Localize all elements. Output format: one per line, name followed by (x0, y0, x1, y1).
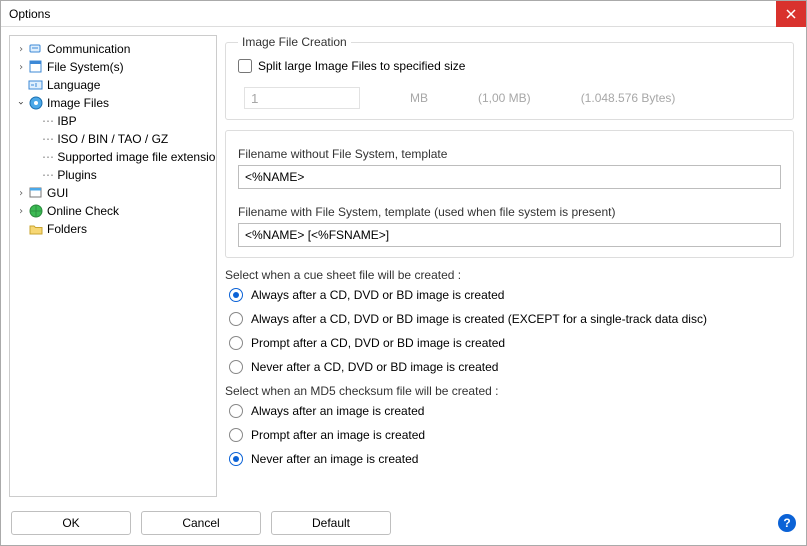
settings-panel: Image File Creation Split large Image Fi… (225, 35, 798, 497)
tree-connector: ⋯ (42, 150, 54, 164)
image-file-creation-group: Image File Creation Split large Image Fi… (225, 35, 794, 120)
radio-icon (229, 312, 243, 326)
tree-item-plugins[interactable]: ⋯ Plugins (10, 166, 217, 184)
tree-item-communication[interactable]: › Communication (10, 40, 217, 58)
folders-icon (28, 221, 44, 237)
imagefiles-icon (28, 95, 44, 111)
tree-label: GUI (47, 186, 68, 200)
radio-label: Never after an image is created (251, 452, 418, 466)
navigation-tree[interactable]: › Communication › File System(s) Languag… (9, 35, 217, 497)
cancel-button[interactable]: Cancel (141, 511, 261, 535)
split-files-label: Split large Image Files to specified siz… (258, 59, 465, 73)
tree-label: ISO / BIN / TAO / GZ (57, 132, 168, 146)
tree-connector: ⋯ (42, 114, 54, 128)
window-title: Options (9, 7, 776, 21)
tree-label: Communication (47, 42, 130, 56)
tree-item-supported-extensions[interactable]: ⋯ Supported image file extensions (10, 148, 217, 166)
radio-label: Prompt after a CD, DVD or BD image is cr… (251, 336, 505, 350)
tree-connector: ⋯ (42, 132, 54, 146)
cue-heading: Select when a cue sheet file will be cre… (225, 268, 794, 282)
gui-icon (28, 185, 44, 201)
radio-icon (229, 428, 243, 442)
options-window: Options › Communication › File System(s) (0, 0, 807, 546)
dialog-body: › Communication › File System(s) Languag… (1, 27, 806, 505)
md5-heading: Select when an MD5 checksum file will be… (225, 384, 794, 398)
cue-option-always-except[interactable]: Always after a CD, DVD or BD image is cr… (229, 312, 794, 326)
expand-placeholder (14, 78, 28, 92)
md5-option-never[interactable]: Never after an image is created (229, 452, 794, 466)
template-nofs-input[interactable] (238, 165, 781, 189)
radio-label: Always after a CD, DVD or BD image is cr… (251, 312, 707, 326)
group-legend: Image File Creation (238, 35, 351, 49)
tree-label: Folders (47, 222, 87, 236)
radio-label: Always after an image is created (251, 404, 424, 418)
help-button[interactable]: ? (778, 514, 796, 532)
close-icon (786, 9, 796, 19)
cue-option-always[interactable]: Always after a CD, DVD or BD image is cr… (229, 288, 794, 302)
dialog-footer: OK Cancel Default ? (1, 505, 806, 545)
ok-button[interactable]: OK (11, 511, 131, 535)
collapse-icon[interactable]: › (14, 96, 28, 110)
md5-option-prompt[interactable]: Prompt after an image is created (229, 428, 794, 442)
radio-icon (229, 404, 243, 418)
tree-label: Online Check (47, 204, 119, 218)
radio-label: Prompt after an image is created (251, 428, 425, 442)
radio-icon (229, 452, 243, 466)
cue-option-never[interactable]: Never after a CD, DVD or BD image is cre… (229, 360, 794, 374)
filesystem-icon (28, 59, 44, 75)
titlebar: Options (1, 1, 806, 27)
radio-icon (229, 288, 243, 302)
split-bytes-display: (1.048.576 Bytes) (581, 91, 676, 105)
tree-item-language[interactable]: Language (10, 76, 217, 94)
tree-label: Supported image file extensions (57, 150, 217, 164)
tree-label: Language (47, 78, 100, 92)
split-mb-display: (1,00 MB) (478, 91, 531, 105)
tree-item-online-check[interactable]: › Online Check (10, 202, 217, 220)
expand-icon[interactable]: › (14, 42, 28, 56)
cue-option-prompt[interactable]: Prompt after a CD, DVD or BD image is cr… (229, 336, 794, 350)
split-size-input[interactable] (244, 87, 360, 109)
language-icon (28, 77, 44, 93)
tree-item-ibp[interactable]: ⋯ IBP (10, 112, 217, 130)
filename-templates-group: Filename without File System, template F… (225, 130, 794, 258)
tree-label: File System(s) (47, 60, 124, 74)
close-button[interactable] (776, 1, 806, 27)
template-nofs-label: Filename without File System, template (238, 147, 781, 161)
expand-icon[interactable]: › (14, 186, 28, 200)
tree-item-filesystems[interactable]: › File System(s) (10, 58, 217, 76)
radio-label: Always after a CD, DVD or BD image is cr… (251, 288, 504, 302)
tree-label: Plugins (57, 168, 96, 182)
communication-icon (28, 41, 44, 57)
online-check-icon (28, 203, 44, 219)
template-withfs-input[interactable] (238, 223, 781, 247)
tree-item-folders[interactable]: Folders (10, 220, 217, 238)
tree-label: IBP (57, 114, 76, 128)
tree-item-imagefiles[interactable]: › Image Files (10, 94, 217, 112)
tree-item-iso-bin-tao-gz[interactable]: ⋯ ISO / BIN / TAO / GZ (10, 130, 217, 148)
split-unit-label: MB (410, 91, 428, 105)
tree-label: Image Files (47, 96, 109, 110)
radio-icon (229, 336, 243, 350)
tree-item-gui[interactable]: › GUI (10, 184, 217, 202)
expand-icon[interactable]: › (14, 60, 28, 74)
radio-label: Never after a CD, DVD or BD image is cre… (251, 360, 498, 374)
split-files-checkbox[interactable] (238, 59, 252, 73)
tree-connector: ⋯ (42, 168, 54, 182)
expand-icon[interactable]: › (14, 204, 28, 218)
template-withfs-label: Filename with File System, template (use… (238, 205, 781, 219)
radio-icon (229, 360, 243, 374)
expand-placeholder (14, 222, 28, 236)
default-button[interactable]: Default (271, 511, 391, 535)
md5-option-always[interactable]: Always after an image is created (229, 404, 794, 418)
